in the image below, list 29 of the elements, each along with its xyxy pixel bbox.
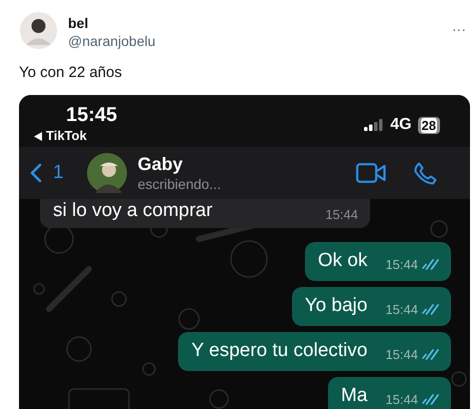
back-button[interactable]: 1: [30, 162, 64, 184]
back-app-link[interactable]: TikTok: [46, 127, 87, 145]
video-call-icon[interactable]: [356, 163, 386, 183]
message-time: 15:44: [385, 257, 418, 273]
message-time: 15:44: [385, 392, 418, 408]
clock-time: 15:45: [66, 103, 118, 127]
typing-status: escribiendo...: [138, 174, 222, 192]
contact-name[interactable]: Gaby: [138, 154, 356, 174]
tweet-text: Yo con 22 años: [19, 63, 123, 83]
contact-avatar[interactable]: [86, 153, 127, 193]
message-text: Y espero tu colectivo: [191, 339, 368, 363]
message-text: Yo bajo: [304, 294, 368, 318]
battery-level: 28: [420, 118, 437, 132]
message-time: 15:44: [385, 347, 418, 363]
author-name[interactable]: bel: [68, 15, 452, 32]
more-button[interactable]: ···: [452, 22, 466, 36]
avatar[interactable]: [20, 12, 57, 49]
phone-call-icon[interactable]: [414, 162, 437, 184]
message-text: Ok ok: [318, 249, 368, 273]
message-text: si lo voy a comprar: [53, 199, 212, 223]
signal-icon: [364, 119, 384, 131]
author-handle[interactable]: @naranjobelu: [68, 32, 452, 50]
network-type: 4G: [390, 116, 412, 134]
message-time: 15:44: [385, 302, 418, 318]
chevron-left-icon: [30, 163, 42, 183]
message-text: Ma: [341, 384, 368, 408]
unread-count: 1: [53, 162, 64, 184]
message-time: 15:44: [325, 207, 358, 223]
back-triangle-icon[interactable]: [34, 132, 42, 140]
